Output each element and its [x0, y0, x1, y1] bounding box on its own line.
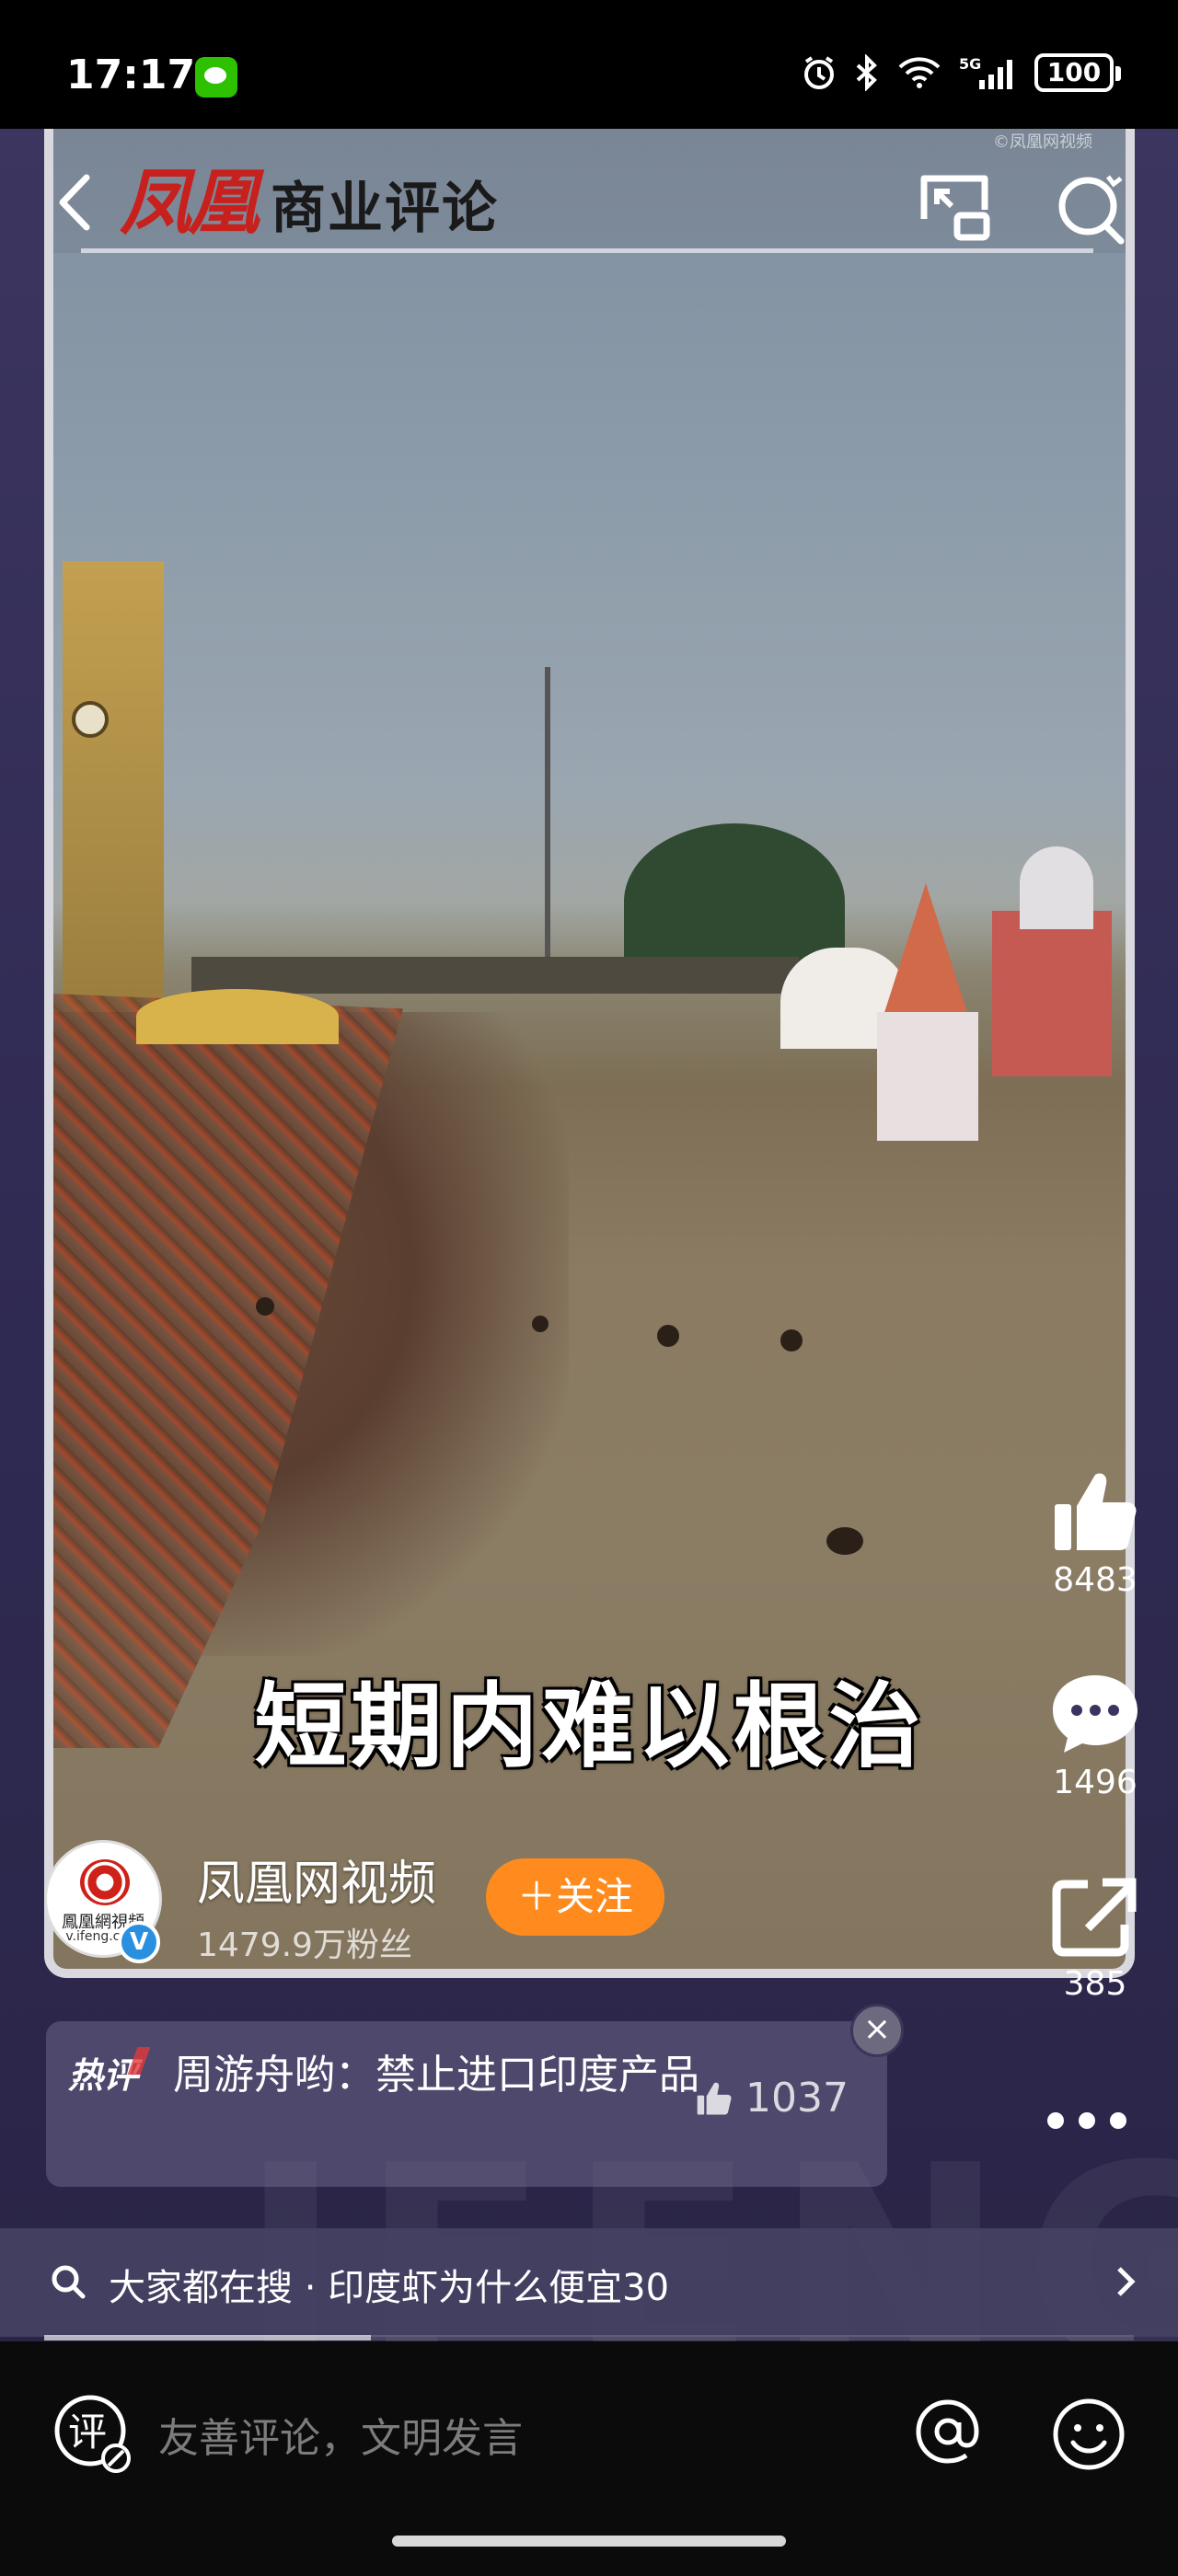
swimmer-shape — [532, 1316, 549, 1332]
like-count: 8483 — [1053, 1561, 1138, 1599]
video-subtitle: 短期内难以根治 — [254, 1673, 925, 1780]
hot-comment-likes[interactable]: 1037 — [694, 2075, 849, 2122]
hot-comment-like-count: 1037 — [745, 2075, 849, 2122]
comment-input[interactable] — [158, 2406, 858, 2470]
channel-name[interactable]: 凤凰网视频 — [197, 1845, 436, 1914]
bridge-shape — [191, 957, 799, 994]
mention-at-icon[interactable] — [911, 2395, 985, 2468]
brand-sub-text: 商业评论 — [271, 177, 500, 241]
swimmer-shape — [657, 1325, 679, 1347]
wechat-icon — [195, 57, 237, 98]
status-bar: 17:17 5G 100 — [0, 0, 1178, 129]
hot-comment-text: 周游舟哟：禁止进口印度产品 — [173, 2052, 699, 2099]
temple-spire-shape — [882, 883, 970, 1021]
share-icon — [1052, 1878, 1137, 1957]
canopy-shape — [136, 989, 339, 1044]
light-pole-shape — [545, 667, 550, 971]
swimmer-shape — [826, 1527, 863, 1555]
comment-icon-label: 评 — [68, 2409, 107, 2455]
chevron-right-icon — [1117, 2267, 1136, 2296]
more-options-icon[interactable] — [1047, 2107, 1126, 2134]
thumbs-up-icon — [1055, 1473, 1137, 1550]
bluetooth-icon — [856, 54, 877, 91]
brand-main-text: 凤凰 — [120, 161, 260, 245]
comment-button[interactable]: 1496 — [1031, 1670, 1160, 1801]
ifeng-logo-icon — [80, 1859, 130, 1905]
alarm-icon — [804, 56, 834, 89]
like-button[interactable]: 8483 — [1031, 1467, 1160, 1599]
follow-label: 关注 — [556, 1874, 634, 1919]
search-icon — [52, 2265, 86, 2299]
temple-dome-shape — [1020, 846, 1093, 929]
comment-bubble-icon — [1053, 1675, 1138, 1753]
dot — [1047, 2112, 1064, 2129]
swimmer-shape — [780, 1329, 803, 1351]
search-icon[interactable] — [1053, 169, 1130, 247]
swimmer-shape — [256, 1297, 274, 1316]
thumbs-up-icon — [697, 2082, 732, 2114]
hot-comment-card[interactable]: 热评 周游舟哟：禁止进口印度产品 1037 — [46, 2021, 887, 2187]
status-icons: 5G 100 — [801, 53, 1121, 92]
video-progress-bar[interactable] — [44, 2335, 1134, 2340]
dot — [1079, 2112, 1095, 2129]
header-divider — [81, 248, 1093, 253]
brand-logo: 凤凰 商业评论 — [120, 145, 499, 248]
status-time: 17:17 — [66, 52, 196, 98]
temple-shape — [992, 911, 1112, 1076]
comment-count: 1496 — [1053, 1764, 1138, 1801]
close-icon[interactable]: × — [850, 2004, 904, 2057]
search-suggestion-text: 大家都在搜 · 印度虾为什么便宜30 — [109, 2267, 670, 2309]
svg-text:5G: 5G — [959, 55, 981, 73]
battery-icon: 100 — [1034, 53, 1121, 92]
plus-icon: ＋ — [516, 1874, 556, 1919]
clock-shape — [72, 701, 109, 738]
video-player[interactable]: 凤凰 商业评论 ©凤凰网视频 短期内难以根治 — [44, 129, 1135, 1978]
share-button[interactable]: 385 — [1031, 1877, 1160, 2003]
picture-in-picture-icon[interactable] — [917, 171, 994, 243]
back-icon[interactable] — [48, 170, 103, 235]
verified-badge-icon: V — [118, 1921, 160, 1963]
signal-icon: 5G — [959, 55, 1012, 89]
search-suggestion-bar[interactable]: 大家都在搜 · 印度虾为什么便宜30 — [0, 2228, 1178, 2337]
corner-watermark: ©凤凰网视频 — [993, 132, 1092, 152]
share-count: 385 — [1063, 1965, 1127, 2003]
follow-button[interactable]: ＋关注 — [486, 1858, 664, 1936]
wifi-icon — [898, 57, 941, 88]
comment-write-icon[interactable]: 评 — [52, 2392, 134, 2475]
dot — [1110, 2112, 1126, 2129]
channel-fans: 1479.9万粉丝 — [197, 1926, 412, 1964]
home-indicator[interactable] — [392, 2536, 786, 2547]
video-progress-fill — [44, 2335, 372, 2340]
temple-base-shape — [877, 1012, 978, 1141]
emoji-icon[interactable] — [1049, 2395, 1128, 2474]
